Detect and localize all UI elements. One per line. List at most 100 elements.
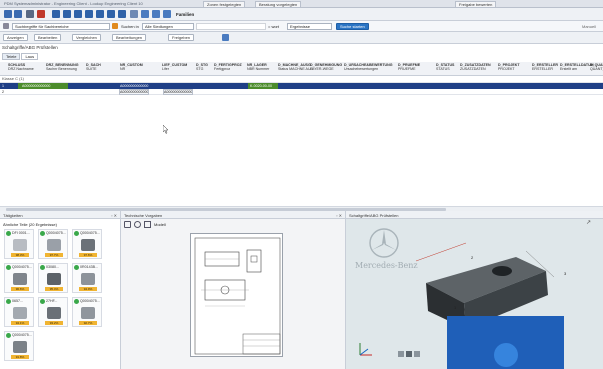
search-input[interactable]	[196, 23, 266, 30]
tile-label: 0657...	[12, 299, 23, 303]
column-header-desc: Lifer	[162, 67, 169, 71]
panel-header: Technische Vorgaben ▫ ✕	[121, 211, 345, 219]
column-header[interactable]: D_SACH SUITE	[86, 63, 101, 71]
panel-header: Schaltgriffe/ABG Prüfstellen	[346, 211, 603, 219]
window-icon[interactable]	[26, 10, 34, 18]
tool-icon-1[interactable]	[52, 10, 60, 18]
technical-drawing-panel: Technische Vorgaben ▫ ✕ Modell	[121, 211, 346, 369]
column-header[interactable]: D_PROJEKT PROJEKT	[498, 63, 520, 71]
compare-button[interactable]: Vergleichen	[72, 34, 101, 41]
tab-laus[interactable]: Laus	[21, 53, 39, 60]
similarity-badge: 97.7%	[45, 253, 63, 257]
window-tab-2[interactable]: Beratung vorgelegten	[255, 1, 302, 7]
column-header[interactable]: D_STATUS STATUS	[436, 63, 454, 71]
status-dot-icon	[6, 299, 11, 304]
back-icon[interactable]	[4, 10, 12, 18]
table-row[interactable]: 2 A0000000000000 A0000000000000	[0, 89, 603, 95]
forward-icon[interactable]	[14, 10, 22, 18]
delete-icon[interactable]	[37, 10, 45, 18]
mouse-cursor-icon	[163, 125, 169, 134]
zoom-out-icon[interactable]	[134, 221, 141, 228]
similar-part-tile[interactable]: Q0004075... 97.7%	[38, 229, 68, 259]
similar-part-tile[interactable]: DFI 0001... 98.3%	[4, 229, 34, 259]
similar-part-tile[interactable]: Q0004075... 97.6%	[72, 229, 102, 259]
tile-label: Q0004075...	[46, 231, 66, 235]
window-tab-1[interactable]: Zonen festgelegten	[203, 1, 246, 7]
column-header[interactable]: D_FERTIGPROZ Fertigproz	[214, 63, 242, 71]
settings-icon[interactable]	[222, 34, 229, 41]
column-header-desc: Fertigproz	[214, 67, 231, 71]
search-start-button[interactable]: Suche starten	[336, 23, 369, 30]
column-header[interactable]: D_GENEHMIGUNG LAYER-WEGE	[310, 63, 342, 71]
tool-icon-7[interactable]	[118, 10, 126, 18]
column-header[interactable]: D_ZUSATZDATEN ZUSATZDATEN	[460, 63, 491, 71]
search-scope-field[interactable]: Suchbegriffe für Sachbereiche	[12, 23, 110, 30]
technical-drawing-sheet[interactable]	[190, 233, 283, 357]
tool-icon-4[interactable]	[85, 10, 93, 18]
edit-button[interactable]: Bearbeiten	[34, 34, 62, 41]
show-button[interactable]: Anzeigen	[3, 34, 28, 41]
fit-view-icon[interactable]	[144, 221, 151, 228]
view-icon-1[interactable]	[398, 351, 404, 357]
column-header[interactable]: D_STG STG	[196, 63, 208, 71]
status-dot-icon	[74, 231, 79, 236]
tool-icon-2[interactable]	[63, 10, 71, 18]
column-header[interactable]: D_PRUEFME PRUEFME	[398, 63, 420, 71]
column-header[interactable]: D_ERSTELLER ERSTELLER	[532, 63, 558, 71]
panel-close-icon[interactable]: ▫ ✕	[111, 213, 117, 218]
similarity-badge: 95.4%	[45, 287, 63, 291]
panel-close-icon[interactable]: ▫ ✕	[336, 213, 342, 218]
tool-icon-10[interactable]	[152, 10, 160, 18]
column-header[interactable]: DRZ_BENENNUNG Sachnr Benennung	[46, 63, 79, 71]
axis-triad-icon	[359, 343, 372, 356]
edits-button[interactable]: Bearbeitungen	[112, 34, 147, 41]
column-header[interactable]: NR_LAGER NBR Nummer	[247, 63, 269, 71]
column-header[interactable]: D_MACHNE_AUSG Status MACHNE AUS	[278, 63, 313, 71]
similar-part-tile[interactable]: Q0004075... 91.8%	[4, 331, 34, 361]
similar-part-tile[interactable]: 03080... 95.4%	[38, 263, 68, 293]
tool-icon-5[interactable]	[96, 10, 104, 18]
tile-label: 03080...	[46, 265, 59, 269]
similar-part-tile[interactable]: Q0004075... 96.6%	[4, 263, 34, 293]
tile-label: Q0004075...	[12, 333, 32, 337]
tool-icon-6[interactable]	[107, 10, 115, 18]
column-header[interactable]: LIEF_CUSTOM Lifer	[162, 63, 187, 71]
column-header[interactable]: SCHLUSS DRZ Nachname	[8, 63, 34, 71]
tool-icon-3[interactable]	[74, 10, 82, 18]
similar-part-tile[interactable]: Q0004075... 92.7%	[72, 297, 102, 327]
main-toolbar: Familien	[0, 8, 603, 21]
similarity-badge: 98.3%	[11, 253, 29, 257]
similar-parts-panel: Tätigkeiten ▫ ✕ Ähnliche Teile (20 Ergeb…	[0, 211, 121, 369]
word-label: = wort	[268, 24, 280, 29]
zoom-in-icon[interactable]	[124, 221, 131, 228]
column-header[interactable]: D_QUANTQUANT_R	[590, 63, 603, 71]
search-icon	[3, 23, 9, 29]
tool-icon-9[interactable]	[141, 10, 149, 18]
status-dot-icon	[6, 231, 11, 236]
search-scope-icon[interactable]	[112, 23, 118, 29]
tab-teile[interactable]: Teiele	[2, 53, 21, 60]
tile-label: Q0004075...	[12, 265, 32, 269]
similar-part-tile[interactable]: 0657... 94.1%	[4, 297, 34, 327]
part-thumbnail	[13, 273, 27, 285]
result-select[interactable]: Ergebnisse	[287, 23, 332, 30]
column-header[interactable]: D_ERSTELLDATUM Erstellt am	[560, 63, 594, 71]
search-in-select[interactable]: Alle Siedlungen	[142, 23, 194, 30]
tool-icon-8[interactable]	[130, 10, 138, 18]
column-header[interactable]: NR_CUSTOM NR	[120, 63, 143, 71]
tool-icon-11[interactable]	[163, 10, 171, 18]
part-thumbnail	[81, 307, 95, 319]
window-tab-3[interactable]: Freigabe bewerten	[455, 1, 497, 7]
similar-part-tile[interactable]: 27HF... 93.2%	[38, 297, 68, 327]
panel-header: Tätigkeiten ▫ ✕	[0, 211, 120, 219]
dimension-label-2: 1	[454, 305, 457, 310]
drawing-toolbar: Modell	[124, 221, 166, 228]
similar-part-tile[interactable]: 0R0143B... 94.9%	[72, 263, 102, 293]
toolbar-title: Familien	[176, 12, 195, 17]
column-header-desc: LAYER-WEGE	[310, 67, 334, 71]
similarity-badge: 94.9%	[79, 287, 97, 291]
column-header[interactable]: D_URSACHE&BEWERTUNG Ursachebewertungen	[344, 63, 393, 71]
release-button[interactable]: Freigeben	[168, 34, 195, 41]
view-icon-3[interactable]	[414, 351, 420, 357]
view-icon-2[interactable]	[406, 351, 412, 357]
